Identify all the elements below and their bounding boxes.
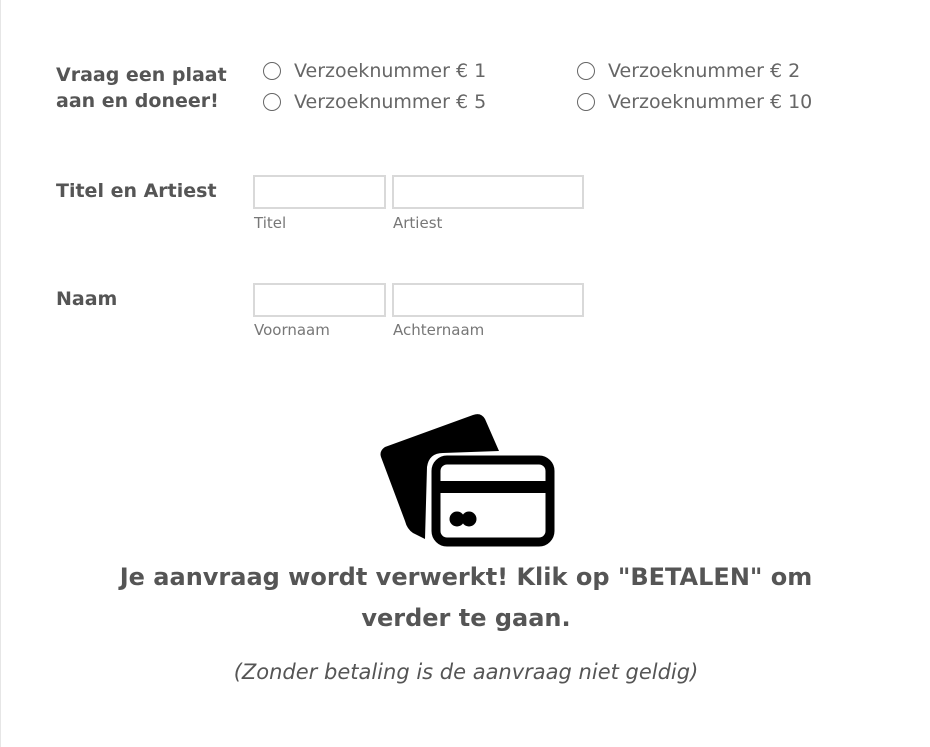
radio-label: Verzoeknummer € 1 xyxy=(294,60,487,82)
donation-label-line1: Vraag een plaat xyxy=(56,64,227,86)
credit-card-icon xyxy=(380,414,555,547)
first-name-sublabel: Voornaam xyxy=(254,321,330,339)
title-artist-label: Titel en Artiest xyxy=(56,180,217,202)
request-form: Vraag een plaat aan en doneer! Verzoeknu… xyxy=(0,0,930,747)
artist-sublabel: Artiest xyxy=(393,214,443,232)
last-name-input[interactable] xyxy=(392,283,584,317)
radio-label: Verzoeknummer € 10 xyxy=(608,91,813,113)
artist-input[interactable] xyxy=(392,175,584,209)
first-name-input[interactable] xyxy=(253,283,386,317)
radio-circle[interactable] xyxy=(577,93,595,111)
payment-note: (Zonder betaling is de aanvraag niet gel… xyxy=(233,660,699,684)
radio-option-1[interactable]: Verzoeknummer € 1 xyxy=(263,60,486,82)
title-input[interactable] xyxy=(253,175,386,209)
radio-circle[interactable] xyxy=(577,62,595,80)
radio-circle[interactable] xyxy=(263,93,281,111)
radio-label: Verzoeknummer € 2 xyxy=(608,60,801,82)
title-sublabel: Titel xyxy=(254,214,287,232)
radio-label: Verzoeknummer € 5 xyxy=(294,91,487,113)
radio-option-5[interactable]: Verzoeknummer € 5 xyxy=(263,91,486,113)
donation-label-line2: aan en doneer! xyxy=(56,90,219,112)
processing-message-line1: Je aanvraag wordt verwerkt! Klik op "BET… xyxy=(119,563,813,591)
donation-label: Vraag een plaat aan en doneer! xyxy=(56,62,227,114)
radio-option-2[interactable]: Verzoeknummer € 2 xyxy=(577,60,800,82)
processing-message-line2: verder te gaan. xyxy=(361,604,571,632)
name-label: Naam xyxy=(56,288,118,310)
radio-option-10[interactable]: Verzoeknummer € 10 xyxy=(577,91,812,113)
radio-circle[interactable] xyxy=(263,62,281,80)
last-name-sublabel: Achternaam xyxy=(393,321,485,339)
